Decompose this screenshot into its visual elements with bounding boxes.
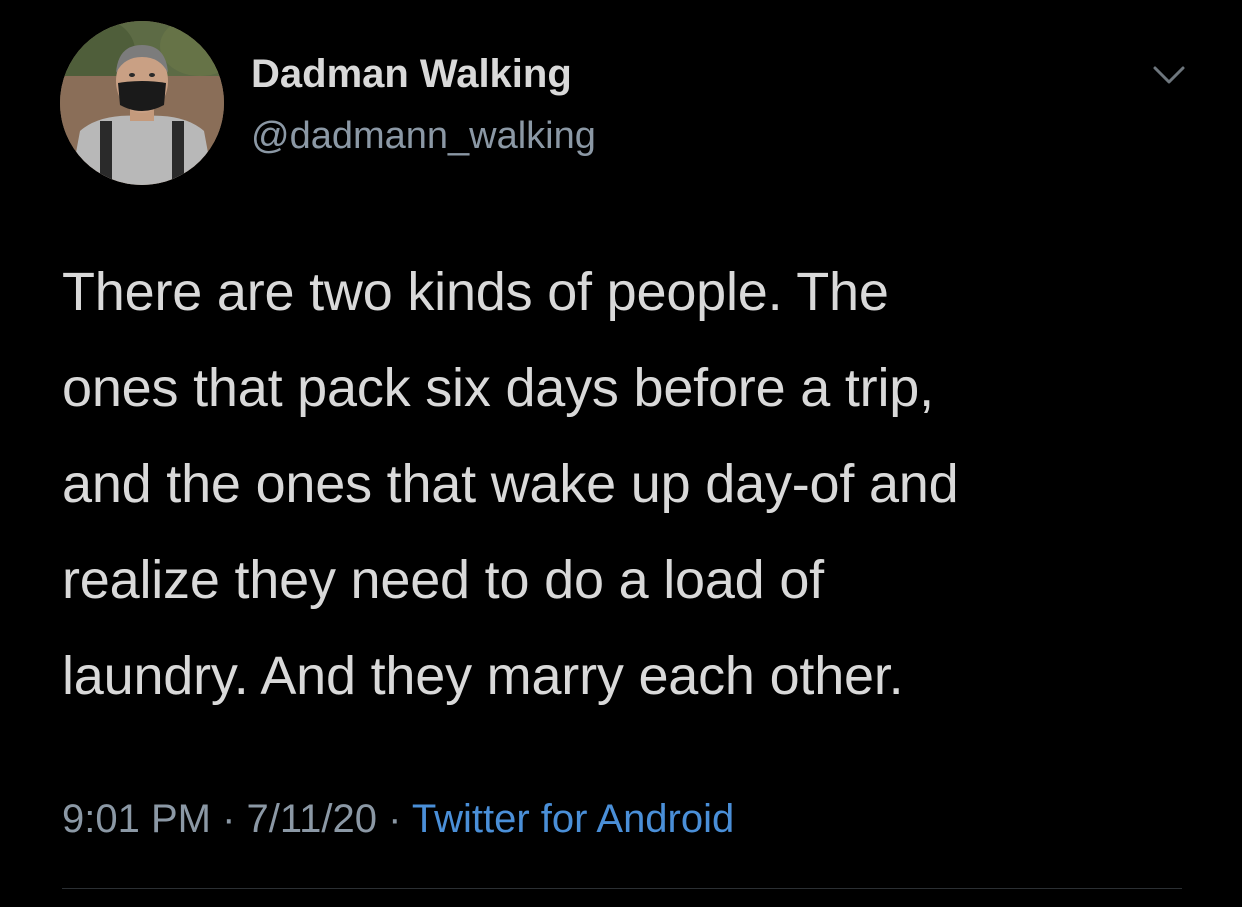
- tweet-text-line: ones that pack six days before a trip,: [62, 358, 934, 418]
- tweet-meta: 9:01 PM · 7/11/20 · Twitter for Android: [62, 795, 734, 843]
- meta-separator: ·: [222, 797, 236, 841]
- author-name[interactable]: Dadman Walking: [251, 50, 572, 98]
- avatar-photo: [60, 21, 224, 185]
- avatar[interactable]: [60, 21, 224, 185]
- divider: [62, 888, 1182, 889]
- tweet-text: There are two kinds of people. The ones …: [62, 244, 1192, 724]
- tweet-source-link[interactable]: Twitter for Android: [412, 797, 734, 841]
- tweet-text-line: laundry. And they marry each other.: [62, 646, 904, 706]
- author-handle[interactable]: @dadmann_walking: [251, 113, 596, 159]
- tweet-time[interactable]: 9:01 PM: [62, 797, 211, 841]
- tweet-date[interactable]: 7/11/20: [247, 797, 378, 841]
- tweet-text-line: and the ones that wake up day-of and: [62, 454, 959, 514]
- tweet-card: Dadman Walking @dadmann_walking There ar…: [0, 0, 1242, 907]
- tweet-text-line: realize they need to do a load of: [62, 550, 824, 610]
- tweet-text-line: There are two kinds of people. The: [62, 262, 889, 322]
- chevron-down-icon[interactable]: [1150, 56, 1188, 94]
- meta-separator: ·: [388, 797, 402, 841]
